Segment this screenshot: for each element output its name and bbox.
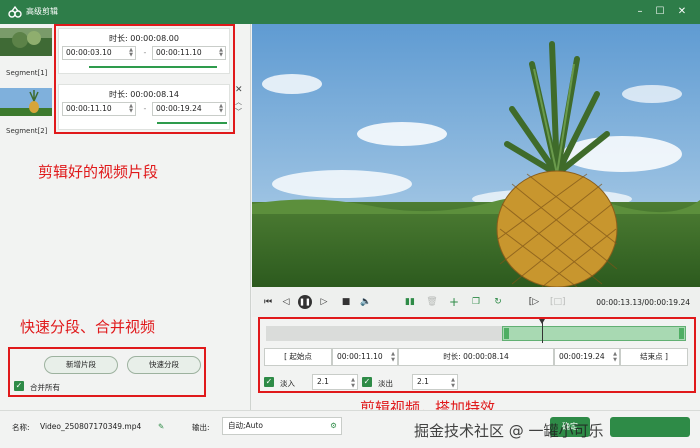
chevron-up-icon[interactable]: ︿ [235, 97, 242, 107]
minimize-icon[interactable]: – [632, 4, 648, 20]
step-forward-icon[interactable]: ▷ [318, 297, 330, 307]
output-format-select[interactable]: 自动;Auto ⚙ [222, 417, 342, 435]
annotation-clips: 剪辑好的视频片段 [38, 163, 159, 181]
skip-to-start-icon[interactable]: ⏮ [262, 297, 274, 307]
app-logo-icon [8, 5, 22, 18]
mark-in-icon[interactable]: [▷ [528, 297, 540, 307]
chevron-down-icon[interactable]: ﹀ [235, 107, 242, 117]
timeline-track[interactable] [266, 326, 686, 341]
export-button[interactable] [610, 417, 690, 437]
close-icon[interactable]: ✕ [235, 85, 243, 95]
merge-all-label: 合并所有 [30, 383, 60, 392]
set-end-point-button[interactable]: 结束点 ] [620, 348, 688, 366]
add-icon[interactable]: + [448, 296, 460, 308]
segment-thumbnail[interactable] [0, 88, 52, 116]
start-time-input[interactable]: 00:00:11.10 ▲ ▼ [332, 348, 398, 366]
video-preview[interactable] [252, 24, 700, 287]
annotation-box [54, 24, 235, 134]
delete-icon[interactable]: 🗑 [426, 297, 438, 307]
duration-display: 时长: 00:00:08.14 [398, 348, 554, 366]
trim-row: [ 起始点 00:00:11.10 ▲ ▼ 时长: 00:00:08.14 00:0… [264, 348, 688, 366]
mark-out-icon[interactable]: [□] [550, 297, 566, 307]
segment-thumbnail[interactable] [0, 28, 52, 56]
fade-out-label: 淡出 [378, 379, 393, 388]
output-filename: Video_250807170349.mp4 [40, 422, 142, 431]
player-controls: ⏮ ◁ ❚❚ ▷ ■ 🔈 ▮▮ 🗑 + ❐ ↻ [▷ [□] 00:00:13.… [252, 287, 700, 317]
fade-out-checkbox[interactable]: ✓ [362, 377, 372, 387]
pause-icon[interactable]: ❚❚ [298, 295, 312, 309]
timeline-selection[interactable] [502, 326, 686, 341]
fade-in-checkbox[interactable]: ✓ [264, 377, 274, 387]
window-title: 高级剪辑 [26, 7, 58, 16]
segment-label: Segment[2] [6, 127, 48, 135]
playback-time: 00:00:13.13/00:00:19.24 [596, 298, 690, 307]
bottom-bar: 名称: Video_250807170349.mp4 ✎ 输出: 自动;Auto… [0, 410, 700, 448]
settings-icon[interactable]: ⚙ [330, 418, 337, 434]
annotation-split-merge: 快速分段、合并视频 [20, 318, 156, 336]
trim-end-handle[interactable] [679, 328, 684, 339]
set-start-point-button[interactable]: [ 起始点 [264, 348, 332, 366]
fade-in-label: 淡入 [280, 379, 295, 388]
end-time-input[interactable]: 00:00:19.24 ▲ ▼ [554, 348, 620, 366]
add-segment-button[interactable]: 新增片段 [44, 356, 118, 374]
output-label: 输出: [192, 423, 210, 432]
merge-all-checkbox[interactable]: ✓ [14, 381, 24, 391]
fade-out-input[interactable]: 2.1 ▲ ▼ [412, 374, 458, 390]
split-icon[interactable]: ▮▮ [404, 297, 416, 307]
volume-icon[interactable]: 🔈 [360, 297, 372, 307]
watermark-text: 掘金技术社区 @ 一罐小可乐 [414, 422, 604, 440]
title-bar: 高级剪辑 – ☐ ✕ [0, 0, 700, 24]
segment-panel: Segment[1] 时长: 00:00:08.00 00:00:03.10 ▲ ▼… [0, 24, 251, 410]
name-label: 名称: [12, 423, 30, 432]
reset-icon[interactable]: ↻ [492, 297, 504, 307]
maximize-icon[interactable]: ☐ [652, 4, 668, 20]
close-icon[interactable]: ✕ [674, 4, 690, 20]
playhead[interactable] [542, 321, 543, 343]
trim-start-handle[interactable] [504, 328, 509, 339]
quick-split-button[interactable]: 快速分段 [127, 356, 201, 374]
fade-in-input[interactable]: 2.1 ▲ ▼ [312, 374, 358, 390]
copy-icon[interactable]: ❐ [470, 297, 482, 307]
edit-name-icon[interactable]: ✎ [158, 422, 164, 431]
stop-icon[interactable]: ■ [340, 297, 352, 307]
clip-editor: [ 起始点 00:00:11.10 ▲ ▼ 时长: 00:00:08.14 00:0… [252, 317, 700, 417]
step-back-icon[interactable]: ◁ [280, 297, 292, 307]
segment-label: Segment[1] [6, 69, 48, 77]
preview-frame [252, 24, 700, 287]
